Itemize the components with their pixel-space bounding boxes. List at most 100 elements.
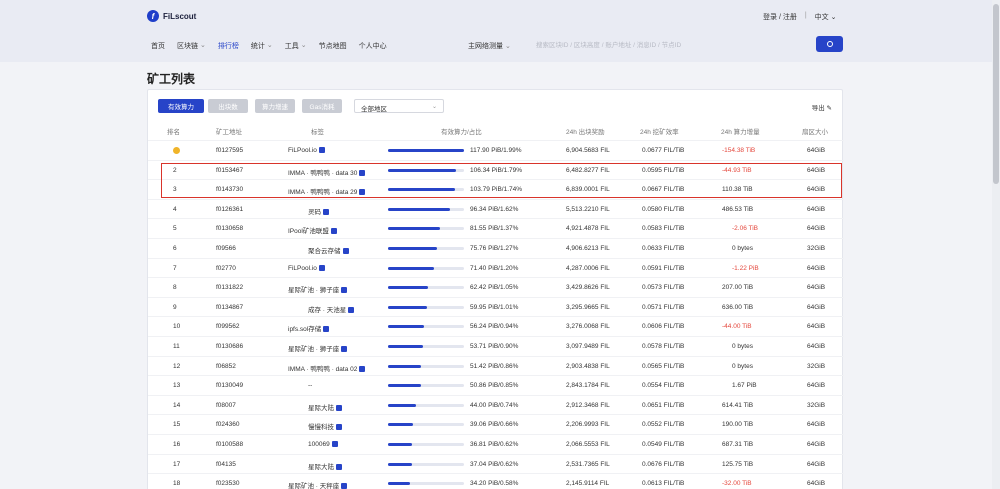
address-cell[interactable]: f0127595 xyxy=(216,147,243,154)
address-cell[interactable]: f0126361 xyxy=(216,206,243,213)
power-cell: 75.76 PiB/1.27% xyxy=(470,245,519,252)
address-cell[interactable]: f0131822 xyxy=(216,284,243,291)
table-row[interactable]: 3 f0143730 IMMA · 鸭鸭鸭 · data 29 103.79 PiB/… xyxy=(148,179,844,199)
table-row[interactable]: 9 f0134867 成存 · 天池星 59.95 PiB/1.01% 3,295.96… xyxy=(148,296,844,317)
sort-effective-power-button[interactable]: 有效算力 xyxy=(158,99,204,113)
nav-item[interactable]: 工具 xyxy=(285,41,299,51)
search-input[interactable]: 搜索区块ID / 区块高度 / 账户地址 / 消息ID / 节点ID xyxy=(528,36,808,52)
table-row[interactable]: f0127595 FiLPool.io 117.90 PiB/1.99% 6,904.… xyxy=(148,140,844,160)
sort-blocks-button[interactable]: 出块数 xyxy=(208,99,248,113)
address-cell[interactable]: f06852 xyxy=(216,363,236,370)
scrollbar-thumb[interactable] xyxy=(993,4,999,184)
tag-cell: 成存 · 天池星 xyxy=(308,304,355,314)
efficiency-cell: 0.0571 FIL/TiB xyxy=(642,303,685,311)
sector-cell: 64GiB xyxy=(807,205,826,213)
address-cell[interactable]: f0130686 xyxy=(216,343,243,350)
power-bar-fill xyxy=(388,325,425,329)
power-delta-cell: 0 bytes xyxy=(732,245,753,252)
region-select[interactable]: 全部地区 ⌄ xyxy=(354,99,444,113)
table-row[interactable]: 11 f0130686 星际矿池 · 狮子座 53.71 PiB/0.90% 3,097… xyxy=(148,336,844,356)
login-register-link[interactable]: 登录 / 注册 xyxy=(763,12,797,22)
chevron-down-icon: ⌄ xyxy=(266,42,273,49)
table-row[interactable]: 10 f099562 ipfs.sol存储 56.24 PiB/0.94% 3,276.… xyxy=(148,316,844,336)
address-cell[interactable]: f0100588 xyxy=(216,441,243,448)
sector-cell: 64GiB xyxy=(807,441,826,448)
sort-power-growth-button[interactable]: 算力增速 xyxy=(255,99,295,113)
efficiency-cell: 0.0565 FIL/TiB xyxy=(642,362,685,370)
rank-cell: 5 xyxy=(173,225,177,233)
table-row[interactable]: 12 f06852 IMMA · 鸭鸭鸭 · data 02 51.42 PiB/0.… xyxy=(148,355,844,376)
verified-icon xyxy=(359,169,366,176)
col-reward: 24h 出块奖励 xyxy=(566,129,605,136)
table-row[interactable]: 6 f09566 聚合云存储 75.76 PiB/1.27% 4,906.6213 FI… xyxy=(148,238,844,258)
address-cell[interactable]: f099562 xyxy=(216,323,240,330)
rank-cell xyxy=(173,147,180,156)
power-bar-fill xyxy=(388,266,435,270)
address-cell[interactable]: f023530 xyxy=(216,480,240,487)
table-row[interactable]: 18 f023530 星际矿池 · 天秤座 34.20 PiB/0.58% 2,145.… xyxy=(148,473,844,489)
sort-gas-button[interactable]: Gas消耗 xyxy=(302,99,342,113)
efficiency-cell: 0.0573 FIL/TiB xyxy=(642,284,685,292)
power-delta-cell: 636.00 TiB xyxy=(722,303,754,311)
table-row[interactable]: 15 f024360 慢慢科技 39.06 PiB/0.66% 2,206.9993 F… xyxy=(148,414,844,434)
brand-logo[interactable]: f FiLscout xyxy=(147,10,196,22)
power-delta-cell: -32.00 TiB xyxy=(722,480,752,488)
table-row[interactable]: 2 f0153467 IMMA · 鸭鸭鸭 · data 30 106.34 PiB/… xyxy=(148,159,844,180)
sector-cell: 32GiB xyxy=(807,401,826,409)
nav-item[interactable]: 个人中心 xyxy=(359,41,387,51)
sector-cell: 64GiB xyxy=(807,225,826,233)
address-cell[interactable]: f09566 xyxy=(216,245,236,252)
address-cell[interactable]: f0130049 xyxy=(216,382,243,389)
address-cell[interactable]: f0134867 xyxy=(216,304,243,311)
table-row[interactable]: 5 f0130658 IPool矿池联盟 81.55 PiB/1.37% 4,921.4… xyxy=(148,218,844,238)
efficiency-cell: 0.0667 FIL/TiB xyxy=(642,186,685,194)
power-bar-fill xyxy=(388,188,455,192)
export-button[interactable]: 导出 ✎ xyxy=(812,102,832,112)
rank-cell: 4 xyxy=(173,205,177,213)
nav-item[interactable]: 区块链 xyxy=(177,41,198,51)
table-row[interactable]: 13 f0130049 -- 50.86 PiB/0.85% 2,843.1784 FI… xyxy=(148,375,844,395)
power-cell: 62.42 PiB/1.05% xyxy=(470,284,519,292)
power-bar xyxy=(388,247,464,250)
address-cell[interactable]: f024360 xyxy=(216,421,240,428)
address-cell[interactable]: f0153467 xyxy=(216,167,243,174)
nav-item[interactable]: 首页 xyxy=(151,41,165,51)
nav-item[interactable]: 统计 xyxy=(251,41,265,51)
divider: | xyxy=(804,12,807,19)
reward-cell: 2,912.3468 FIL xyxy=(566,401,610,409)
table-row[interactable]: 8 f0131822 星际矿池 · 狮子座 62.42 PiB/1.05% 3,429.… xyxy=(148,277,844,297)
col-power: 有效算力/占比 xyxy=(441,129,482,136)
table-row[interactable]: 4 f0126361 灵码 96.34 PiB/1.62% 5,513.2210 FIL… xyxy=(148,198,844,219)
address-cell[interactable]: f04135 xyxy=(216,461,236,468)
table-row[interactable]: 14 f08007 星际大陆 44.00 PiB/0.74% 2,912.3468 FI… xyxy=(148,394,844,415)
power-delta-cell: 614.41 TiB xyxy=(722,401,754,409)
table-row[interactable]: 16 f0100588 100069 36.81 PiB/0.62% 2,066.555… xyxy=(148,434,844,454)
tag-cell: 星际矿池 · 狮子座 xyxy=(288,343,348,353)
reward-cell: 2,903.4838 FIL xyxy=(566,362,610,370)
nav-item[interactable]: 排行榜 xyxy=(218,41,239,51)
efficiency-cell: 0.0633 FIL/TiB xyxy=(642,245,685,252)
table-row[interactable]: 7 f02770 FiLPool.io 71.40 PiB/1.20% 4,287.00… xyxy=(148,257,844,278)
nav-item[interactable]: 节点地图 xyxy=(319,41,347,51)
power-cell: 37.04 PiB/0.62% xyxy=(470,460,519,468)
sector-cell: 64GiB xyxy=(807,186,826,194)
rank-cell: 10 xyxy=(173,323,181,331)
address-cell[interactable]: f0143730 xyxy=(216,186,243,193)
chevron-down-icon: ⌄ xyxy=(431,104,437,110)
address-cell[interactable]: f0130658 xyxy=(216,225,243,232)
tag-cell: 100069 xyxy=(308,441,338,448)
scrollbar[interactable] xyxy=(992,0,1000,489)
address-cell[interactable]: f08007 xyxy=(216,402,236,409)
tag-cell: IMMA · 鸭鸭鸭 · data 02 xyxy=(288,363,366,373)
table-row[interactable]: 17 f04135 星际大陆 37.04 PiB/0.62% 2,531.7365 FI… xyxy=(148,453,844,474)
search-button[interactable] xyxy=(816,36,843,52)
col-address: 矿工地址 xyxy=(216,129,242,136)
reward-cell: 2,145.9114 FIL xyxy=(566,480,610,488)
address-cell[interactable]: f02770 xyxy=(216,265,236,272)
network-select[interactable]: 主网络测量 ⌄ xyxy=(468,41,511,51)
language-switch[interactable]: 中文 ⌄ xyxy=(815,12,837,22)
rank-cell: 14 xyxy=(173,401,181,409)
rank-cell: 8 xyxy=(173,284,177,292)
power-bar-fill xyxy=(388,482,411,486)
miner-list-card: 有效算力 出块数 算力增速 Gas消耗 全部地区 ⌄ 导出 ✎ 排名 矿工地址 标… xyxy=(147,89,844,489)
